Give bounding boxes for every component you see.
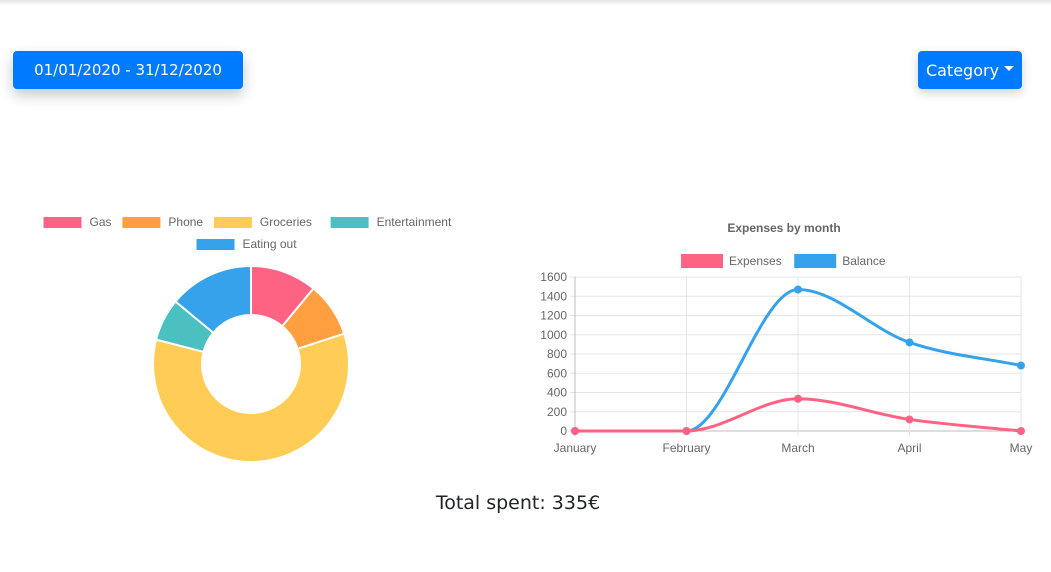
line-chart-legend: Expenses Balance xyxy=(681,254,886,268)
legend-swatch xyxy=(196,239,235,250)
x-tick-label: April xyxy=(897,441,921,455)
legend-label: Entertainment xyxy=(377,215,452,229)
y-tick-label: 0 xyxy=(560,424,567,438)
legend-swatch xyxy=(213,217,252,228)
line-chart-title: Expenses by month xyxy=(727,221,840,235)
category-dropdown-button[interactable]: Category xyxy=(918,51,1022,89)
x-tick-label: March xyxy=(781,441,814,455)
legend-swatch xyxy=(122,217,161,228)
legend-label: Eating out xyxy=(243,237,298,251)
legend-label: Expenses xyxy=(729,254,782,268)
data-point-expenses[interactable] xyxy=(682,427,691,435)
y-tick-label: 1200 xyxy=(540,309,567,323)
category-label: Category xyxy=(925,60,1000,80)
legend-item-balance[interactable]: Balance xyxy=(794,254,886,268)
legend-item-entertainment[interactable]: Entertainment xyxy=(330,215,452,229)
line-chart-axes: 0 200 400 600 800 1000 1200 1400 1600 January Febr… xyxy=(540,270,1032,455)
data-point-expenses[interactable] xyxy=(571,427,579,435)
expenses-line-chart: Expenses by month Expenses Balance 0 200 40… xyxy=(540,221,1032,455)
doughnut-legend: Gas Phone Groceries Entertainment Eating out xyxy=(43,215,452,251)
caret-down-icon xyxy=(1004,66,1015,71)
date-range-button[interactable]: 01/01/2020 - 31/12/2020 xyxy=(13,51,243,89)
line-chart-grid xyxy=(570,276,1022,436)
y-tick-label: 800 xyxy=(547,347,567,361)
y-tick-label: 1600 xyxy=(540,270,567,284)
legend-item-eating-out[interactable]: Eating out xyxy=(196,237,298,251)
category-doughnut-chart: Gas Phone Groceries Entertainment Eating out xyxy=(43,215,452,463)
data-point-expenses[interactable] xyxy=(1017,427,1025,435)
data-point-expenses[interactable] xyxy=(905,415,914,424)
y-tick-label: 600 xyxy=(547,366,567,380)
doughnut-slices xyxy=(152,264,350,463)
x-tick-label: February xyxy=(662,441,710,455)
legend-label: Phone xyxy=(168,215,203,229)
y-tick-label: 1000 xyxy=(540,328,567,342)
legend-item-gas[interactable]: Gas xyxy=(43,215,112,229)
legend-item-groceries[interactable]: Groceries xyxy=(213,215,312,229)
data-point-balance[interactable] xyxy=(905,338,914,347)
legend-label: Groceries xyxy=(260,215,312,229)
data-point-balance[interactable] xyxy=(794,285,802,294)
x-tick-label: January xyxy=(554,441,597,455)
legend-swatch xyxy=(43,217,82,228)
legend-item-phone[interactable]: Phone xyxy=(122,215,203,229)
data-point-expenses[interactable] xyxy=(794,394,802,403)
legend-label: Gas xyxy=(90,215,112,229)
legend-swatch xyxy=(794,254,837,268)
legend-label: Balance xyxy=(842,254,886,268)
slice-groceries[interactable] xyxy=(152,332,350,463)
x-tick-label: May xyxy=(1010,441,1033,455)
legend-item-expenses[interactable]: Expenses xyxy=(681,254,782,268)
legend-swatch xyxy=(330,217,369,228)
date-range-label: 01/01/2020 - 31/12/2020 xyxy=(34,61,222,79)
y-tick-label: 1400 xyxy=(540,289,567,303)
legend-swatch xyxy=(681,254,723,268)
y-tick-label: 400 xyxy=(547,386,567,400)
top-navbar-shadow xyxy=(0,0,1051,6)
y-tick-label: 200 xyxy=(547,405,567,419)
total-spent: Total spent: 335€ xyxy=(435,492,601,514)
data-point-balance[interactable] xyxy=(1017,361,1025,370)
